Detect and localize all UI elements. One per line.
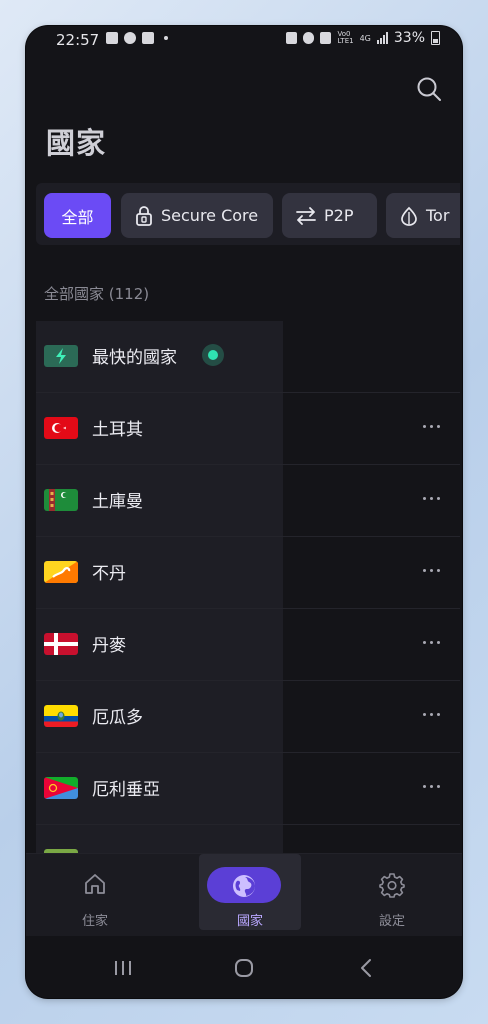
status-bar: 22:57 Vo0 LTE1 4G 33% (26, 26, 462, 54)
list-item-partial[interactable] (36, 825, 460, 853)
nav-home-label: 住家 (81, 914, 108, 929)
turkmenistan-flag (44, 489, 78, 511)
list-item-ecuador[interactable]: 厄瓜多 (36, 681, 460, 753)
recent-apps-button[interactable] (108, 956, 138, 980)
nav-settings-label: 設定 (378, 914, 405, 929)
back-button[interactable] (352, 956, 382, 980)
ecuador-flag (44, 705, 78, 727)
phone-screen: 22:57 Vo0 LTE1 4G 33% 國家 全部 Secure Core … (26, 26, 462, 998)
country-name: 最快的國家 (92, 348, 177, 368)
more-options-button[interactable] (418, 631, 444, 653)
filter-chips: 全部 Secure Core P2P Tor (36, 183, 460, 245)
onion-icon (401, 206, 417, 226)
list-item-denmark[interactable]: 丹麥 (36, 609, 460, 681)
gallery-icon (106, 32, 118, 44)
search-icon (417, 77, 441, 101)
status-time: 22:57 (56, 31, 100, 49)
list-item-bhutan[interactable]: 不丹 (36, 537, 460, 609)
nav-countries-label: 國家 (236, 914, 263, 929)
globe-icon (233, 875, 255, 897)
filter-secure-core-label: Secure Core (161, 206, 259, 225)
battery-icon (431, 31, 440, 45)
more-options-button[interactable] (418, 487, 444, 509)
turkey-flag (44, 417, 78, 439)
filter-tor-chip[interactable]: Tor (386, 193, 460, 238)
list-item-fastest[interactable]: 最快的國家 (36, 321, 460, 393)
net-type: 4G (359, 33, 371, 43)
filter-tor-label: Tor (426, 206, 450, 225)
search-button[interactable] (414, 74, 444, 104)
more-dot-icon (164, 36, 168, 40)
filter-all-label: 全部 (61, 207, 94, 227)
section-label: 全部國家 (112) (44, 285, 150, 303)
more-options-button[interactable] (418, 703, 444, 725)
swap-arrows-icon (296, 206, 316, 225)
filter-p2p-label: P2P (324, 206, 354, 225)
country-name: 土耳其 (92, 420, 143, 440)
notification-icons (106, 32, 168, 44)
country-name: 不丹 (92, 564, 126, 584)
home-circle-icon (235, 959, 253, 977)
gear-icon (379, 873, 405, 898)
nav-countries[interactable]: 國家 (199, 854, 301, 930)
battery-percent: 33% (393, 30, 425, 46)
system-nav-bar (26, 936, 462, 998)
more-options-button[interactable] (418, 415, 444, 437)
more-options-button[interactable] (418, 559, 444, 581)
back-chevron-icon (361, 959, 371, 977)
bottom-nav: 住家 國家 設定 (26, 853, 462, 936)
recent-apps-icon (115, 961, 131, 975)
filter-secure-core-chip[interactable]: Secure Core (121, 193, 273, 238)
nav-settings[interactable]: 設定 (342, 854, 442, 936)
more-options-button[interactable] (418, 775, 444, 797)
home-button[interactable] (229, 956, 259, 980)
alarm-icon (303, 32, 315, 44)
list-item-eritrea[interactable]: 厄利垂亞 (36, 753, 460, 825)
list-item-turkey[interactable]: 土耳其 (36, 393, 460, 465)
list-item-turkmenistan[interactable]: 土庫曼 (36, 465, 460, 537)
page-title: 國家 (46, 126, 107, 160)
network-label: Vo0 LTE1 (337, 30, 354, 45)
country-name: 丹麥 (92, 636, 126, 656)
filter-all-chip[interactable]: 全部 (44, 193, 111, 238)
nav-home[interactable]: 住家 (45, 854, 145, 936)
lightning-icon (44, 345, 78, 367)
vpn-key-icon (286, 32, 298, 44)
fastest-indicator-icon (202, 344, 224, 366)
country-list: 最快的國家 土耳其 土庫曼 不丹 丹麥 厄瓜多 厄利垂亞 (36, 321, 460, 853)
home-icon (85, 874, 105, 894)
bhutan-flag (44, 561, 78, 583)
country-name: 厄瓜多 (92, 708, 143, 728)
lock-icon (136, 205, 152, 226)
mute-icon (320, 32, 332, 44)
check-icon (142, 32, 154, 44)
country-name: 土庫曼 (92, 492, 143, 512)
status-right: Vo0 LTE1 4G 33% (286, 30, 440, 46)
chat-icon (124, 32, 136, 44)
denmark-flag (44, 633, 78, 655)
filter-p2p-chip[interactable]: P2P (282, 193, 377, 238)
signal-icon (376, 32, 388, 44)
eritrea-flag (44, 777, 78, 799)
country-name: 厄利垂亞 (92, 780, 160, 800)
